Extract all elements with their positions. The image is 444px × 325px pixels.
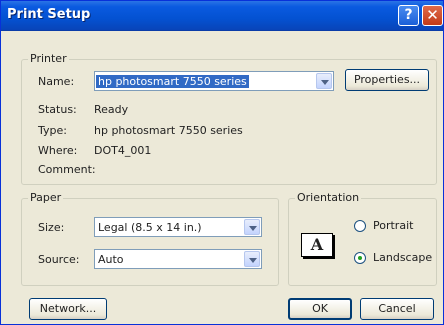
paper-group: Paper [21, 191, 279, 286]
chevron-down-icon[interactable] [244, 251, 260, 267]
dialog-title: Print Setup [7, 7, 91, 22]
help-button[interactable]: ? [398, 5, 419, 26]
chevron-down-icon[interactable] [316, 73, 332, 89]
landscape-page-icon: A [301, 233, 333, 257]
source-label: Source: [38, 253, 80, 266]
help-icon: ? [404, 7, 413, 23]
status-value: Ready [94, 103, 129, 116]
chevron-down-icon[interactable] [244, 219, 260, 235]
paper-size-value: Legal (8.5 x 14 in.) [98, 221, 202, 234]
close-icon: ✕ [426, 6, 439, 24]
landscape-label[interactable]: Landscape [373, 251, 432, 264]
printer-name-value: hp photosmart 7550 series [96, 75, 249, 88]
where-value: DOT4_001 [94, 144, 152, 157]
printer-group-label: Printer [28, 52, 69, 65]
name-label: Name: [38, 75, 75, 88]
comment-label: Comment: [38, 163, 96, 176]
paper-source-select[interactable]: Auto [94, 249, 262, 269]
paper-source-value: Auto [98, 253, 124, 266]
where-label: Where: [38, 144, 78, 157]
network-button[interactable]: Network... [29, 298, 107, 320]
type-value: hp photosmart 7550 series [94, 124, 243, 137]
orientation-group-label: Orientation [295, 191, 362, 204]
portrait-radio[interactable] [354, 220, 366, 232]
print-setup-dialog: Print Setup ? ✕ Printer Name: hp photosm… [0, 0, 444, 325]
landscape-radio[interactable] [354, 252, 366, 264]
ok-button[interactable]: OK [288, 298, 352, 320]
cancel-button[interactable]: Cancel [360, 298, 434, 320]
printer-name-select[interactable]: hp photosmart 7550 series [94, 71, 334, 91]
paper-size-select[interactable]: Legal (8.5 x 14 in.) [94, 217, 262, 237]
close-button[interactable]: ✕ [422, 5, 443, 26]
properties-button[interactable]: Properties... [345, 69, 429, 91]
size-label: Size: [38, 221, 65, 234]
paper-group-label: Paper [28, 191, 64, 204]
type-label: Type: [38, 124, 67, 137]
title-bar[interactable]: Print Setup ? ✕ [1, 1, 443, 31]
status-label: Status: [38, 103, 77, 116]
portrait-label[interactable]: Portrait [373, 219, 413, 232]
